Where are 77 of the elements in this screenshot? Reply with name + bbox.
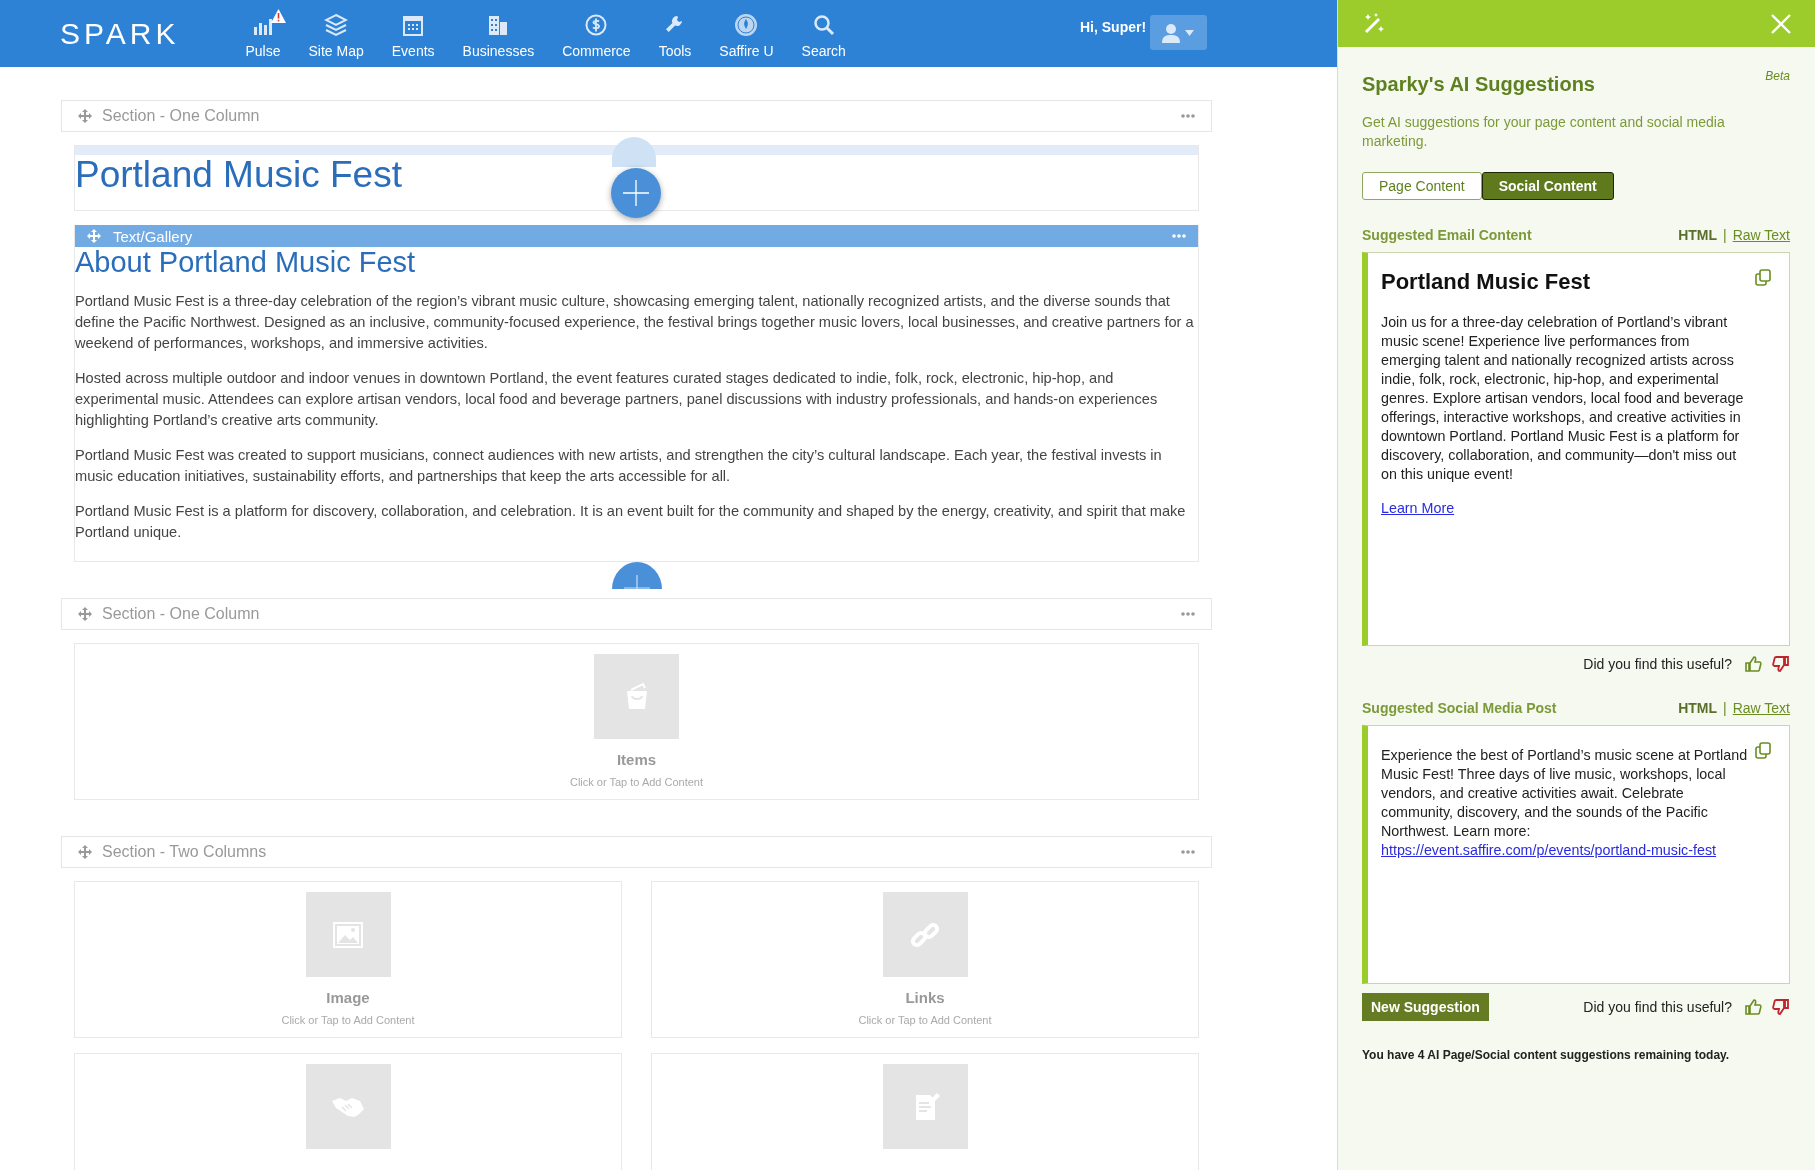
more-icon[interactable] — [1181, 850, 1195, 854]
widget-label: Items — [616, 751, 657, 768]
layers-icon — [324, 12, 349, 37]
feedback-question: Did you find this useful? — [1583, 999, 1732, 1015]
thumbs-down-icon[interactable] — [1772, 655, 1790, 673]
close-icon — [1771, 13, 1791, 34]
nav-item[interactable]: Pulse — [231, 8, 295, 59]
plus-icon — [623, 575, 650, 589]
format-option[interactable]: HTML — [1678, 700, 1718, 716]
copy-icon[interactable] — [1755, 742, 1771, 759]
search-icon — [811, 12, 836, 37]
block-label: Text/Gallery — [113, 227, 194, 245]
tab[interactable]: Social Content — [1481, 172, 1614, 200]
suggestion-text: Join us for a three-day celebration of Portland’s vibrant music scene! Experience live performances from emerging talent and nationally recognized artists across indie, folk, rock, electronic, hip-hop, and experimental genres. Explore artisan vendors, local food and beverage offerings, interactive workshops, and creative activities in downtown Portland. Portland Music Fest is a platform for discovery, collaboration, and community—don't miss out on this unique event! — [1381, 313, 1745, 484]
format-option[interactable]: HTML — [1678, 227, 1718, 243]
widget-placeholder[interactable]: Items Click or Tap to Add Content — [74, 643, 1199, 800]
nav-item[interactable]: Saffire U — [705, 8, 788, 59]
section-title: Section - One Column — [102, 605, 261, 623]
widget-placeholder[interactable]: Links Click or Tap to Add Content — [651, 881, 1199, 1038]
suggestion-label: Suggested Email Content — [1362, 227, 1532, 243]
thumbs-up-icon[interactable] — [1744, 655, 1762, 673]
format-link[interactable]: Raw Text — [1732, 227, 1790, 243]
nav-item[interactable]: Commerce — [548, 8, 645, 59]
section-title: Section - One Column — [102, 107, 261, 125]
separator: | — [1723, 700, 1727, 716]
nav-item[interactable]: Search — [787, 8, 860, 59]
nav-item[interactable]: Businesses — [448, 8, 549, 59]
more-icon[interactable] — [1181, 612, 1195, 616]
usage-note: You have 4 AI Page/Social content suggestions remaining today. — [1362, 1048, 1731, 1062]
dollar-icon — [584, 12, 609, 37]
move-icon[interactable] — [78, 845, 92, 859]
widget-label: Links — [905, 989, 945, 1006]
section-heading: About Portland Music Fest — [75, 248, 417, 277]
add-button[interactable] — [611, 562, 662, 589]
widget-hint: Click or Tap to Add Content — [281, 1014, 415, 1026]
add-button[interactable] — [611, 168, 661, 218]
paragraph: Hosted across multiple outdoor and indoor venues in downtown Portland, the event features curated stages dedicated to indie, folk, rock, electronic, hip-hop, and experimental music. Attendees can explore artisan vendors, local food and beverage partners, panel discussions with industry professionals, and hands-on experiences highlighting Portland’s creative arts community. — [75, 369, 1159, 430]
widget-label: Image — [326, 989, 370, 1006]
page-title: Portland Music Fest — [75, 156, 402, 193]
emblem-icon — [734, 12, 759, 37]
plus-icon — [623, 180, 649, 206]
user-icon — [1160, 22, 1197, 43]
panel-title: Sparky's AI Suggestions — [1362, 73, 1595, 96]
beta-label: Beta — [1765, 69, 1790, 83]
separator: | — [1723, 227, 1727, 243]
nav-item[interactable]: Tools — [644, 8, 706, 59]
move-icon[interactable] — [78, 607, 92, 621]
suggestion-heading: Portland Music Fest — [1381, 269, 1591, 295]
suggestion-label: Suggested Social Media Post — [1362, 700, 1557, 716]
nav-item[interactable]: Site Map — [294, 8, 378, 59]
nav-item[interactable]: Events — [377, 8, 449, 59]
format-link[interactable]: Raw Text — [1732, 700, 1790, 716]
widget-hint: Click or Tap to Add Content — [858, 1014, 992, 1026]
widget-placeholder[interactable]: Image Click or Tap to Add Content — [74, 881, 622, 1038]
more-icon[interactable] — [1181, 114, 1195, 118]
learn-more-link[interactable]: Learn More — [1381, 500, 1455, 516]
thumbs-down-icon[interactable] — [1772, 998, 1790, 1016]
move-icon[interactable] — [78, 109, 92, 123]
paragraph: Portland Music Fest is a three-day celebration of the region’s vibrant music culture, showcasing emerging talent, nationally recognized artists, and the diverse sounds that define the Pacific Northwest. Designed as an inclusive, community-focused experience, the festival brings together music lovers, local businesses, and creative partners for a weekend of performances, workshops, and immersive activities. — [75, 292, 1195, 353]
close-button[interactable] — [1771, 13, 1791, 34]
move-icon[interactable] — [87, 229, 101, 243]
tab[interactable]: Page Content — [1362, 172, 1482, 200]
feedback-question: Did you find this useful? — [1583, 656, 1732, 672]
new-suggestion-button[interactable]: New Suggestion — [1362, 993, 1489, 1021]
more-icon[interactable] — [1172, 234, 1186, 238]
logo[interactable]: SPARK — [60, 16, 180, 51]
event-link[interactable]: https://event.saffire.com/p/events/portland-music-fest — [1381, 842, 1717, 858]
suggestion-text: Experience the best of Portland’s music scene at Portland Music Fest! Three days of live music, workshops, local vendors, and creative activities await. Celebrate community, discovery, and the sounds of the Pacific Northwest. Learn more: https://event.saffire.com/p/events/portland-music-fest — [1381, 746, 1749, 860]
paragraph: Portland Music Fest was created to support musicians, connect audiences with new artists, and strengthen the city’s cultural landscape. Each year, the festival invests in music education initiatives, sustainability efforts, and partnerships that keep the arts accessible for all. — [75, 446, 1163, 486]
panel-description: Get AI suggestions for your page content and social media marketing. — [1362, 113, 1726, 151]
user-menu-button[interactable] — [1150, 15, 1207, 50]
thumbs-up-icon[interactable] — [1744, 998, 1762, 1016]
copy-icon[interactable] — [1755, 269, 1771, 286]
widget-hint: Click or Tap to Add Content — [569, 776, 704, 788]
section-title: Section - Two Columns — [102, 843, 268, 861]
paragraph: Portland Music Fest is a platform for discovery, collaboration, and celebration. It is an event built for the community and shaped by the energy, creativity, and spirit that make Portland unique. — [75, 502, 1187, 542]
greeting: Hi, Super! — [1080, 19, 1147, 35]
